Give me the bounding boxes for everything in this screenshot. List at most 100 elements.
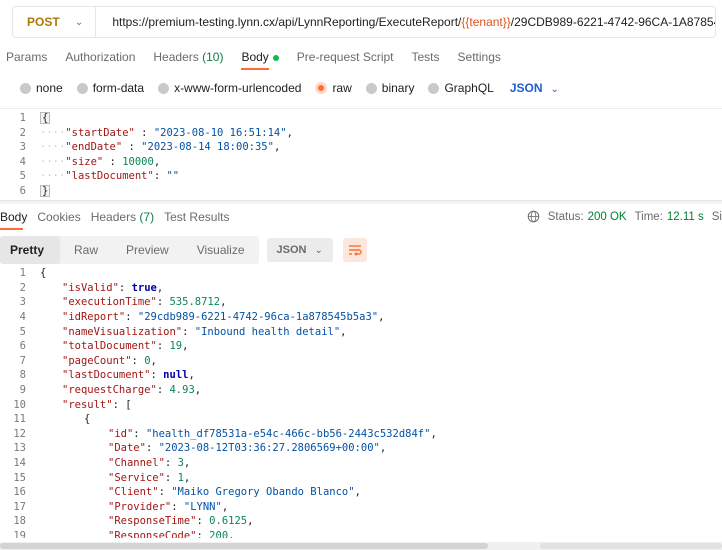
json-key: "lastDocument" [65,170,154,183]
line-number: 2 [19,281,26,294]
tab-test-results[interactable]: Test Results [164,210,229,232]
tab-tests[interactable]: Tests [412,50,440,72]
globe-icon[interactable] [527,210,540,223]
response-format-select[interactable]: JSON ⌄ [266,238,333,262]
tab-body-label: Body [241,50,269,64]
request-tabs: Params Authorization Headers (10) Body P… [0,50,519,72]
json-separator: : [156,340,170,353]
json-key: "size" [65,155,104,168]
response-toolbar: Pretty Raw Preview Visualize JSON ⌄ [0,236,722,264]
json-value: "Maiko Gregory Obando Blanco" [171,486,355,499]
json-value: "" [166,170,180,183]
pane-resize-handle[interactable] [0,200,722,204]
code-line: 15 "Service": 1, [0,470,722,485]
line-number: 1 [19,112,26,125]
tab-visualize[interactable]: Visualize [183,236,259,264]
response-body-viewer[interactable]: 1{2 "isValid": true, 3 "executionTime": 535… [0,266,722,538]
code-line: 19 "ResponseCode": 200, [0,529,722,538]
time-label: Time: [634,210,663,223]
line-number: 18 [13,515,26,528]
code-content: "idReport": "29cdb989-6221-4742-96ca-1a8… [40,311,384,323]
wrap-lines-button[interactable] [342,238,367,262]
radio-raw[interactable]: raw [315,81,352,95]
json-value: "2023-08-10 16:51:14" [153,126,287,139]
tab-settings[interactable]: Settings [458,50,501,72]
response-tabs: Body Cookies Headers (7) Test Results [0,210,239,232]
request-body-editor[interactable]: 1{ 2 ···· "startDate" : "2023-08-10 16:51:… [0,108,722,200]
radio-none[interactable]: none [20,81,63,95]
json-value: "Inbound health detail" [194,325,341,338]
scrollbar-thumb[interactable] [0,543,488,549]
tab-cookies[interactable]: Cookies [37,210,80,232]
time-value[interactable]: 12.11 s [667,211,704,223]
code-line: 6 "totalDocument": 19, [0,339,722,354]
code-line: 1{ [0,111,722,126]
body-format-select[interactable]: JSON ⌄ [510,81,559,95]
radio-graphql[interactable]: GraphQL [428,81,494,95]
json-key: "ResponseTime" [108,515,197,528]
code-content: "result": [ [40,399,132,411]
json-punctuation: , [340,325,347,338]
url-bar: POST ⌄ https://premium-testing.lynn.cx/a… [12,6,716,38]
radio-urlencoded[interactable]: x-www-form-urlencoded [158,81,301,95]
status-label: Status: [547,210,584,223]
line-number: 12 [13,427,26,440]
tab-authorization[interactable]: Authorization [65,50,135,72]
code-line: 18 "ResponseTime": 0.6125, [0,514,722,529]
tab-raw[interactable]: Raw [60,236,112,264]
code-content: "isValid": true, [40,282,163,294]
json-value: "29cdb989-6221-4742-96ca-1a878545b5a3" [137,311,379,324]
code-content: "Provider": "LYNN", [40,501,228,513]
method-select[interactable]: POST ⌄ [13,7,97,37]
tab-response-headers[interactable]: Headers (7) [91,210,154,232]
radio-raw-label: raw [332,81,352,95]
line-number: 5 [19,325,26,338]
tab-params[interactable]: Params [6,50,47,72]
json-separator: : [196,529,210,538]
code-line: 13 "Date": "2023-08-12T03:36:27.2806569+0… [0,441,722,456]
json-value: true [131,281,157,294]
size-label[interactable]: Si [712,211,722,223]
json-key: "isValid" [62,281,119,294]
status-value[interactable]: 200 OK [588,211,627,223]
brace-open: { [40,112,51,125]
url-prefix: https://premium-testing.lynn.cx/api/Lynn… [112,15,462,29]
json-punctuation: , [247,515,254,528]
radio-icon [76,82,88,94]
tab-response-body[interactable]: Body [0,210,27,232]
json-key: "pageCount" [62,354,132,367]
modified-dot-icon [272,54,279,61]
json-value: [ [125,398,132,411]
json-punctuation: , [220,296,227,309]
tab-headers[interactable]: Headers (10) [153,50,223,72]
tab-pre-request-script[interactable]: Pre-request Script [297,50,394,72]
url-input[interactable]: https://premium-testing.lynn.cx/api/Lynn… [96,15,715,29]
json-key: "Date" [108,442,146,455]
json-value: 19 [169,340,183,353]
line-number: 3 [19,141,26,154]
json-punctuation: , [354,486,361,499]
json-separator: : [182,325,195,338]
radio-binary[interactable]: binary [365,81,414,95]
tab-preview[interactable]: Preview [112,236,183,264]
json-key: "endDate" [65,141,123,154]
code-line: 5 "nameVisualization": "Inbound health de… [0,324,722,339]
line-number: 1 [19,267,26,280]
line-number: 17 [13,500,26,513]
radio-form-data[interactable]: form-data [76,81,145,95]
radio-form-data-label: form-data [92,81,145,95]
json-value: 4.93 [169,384,195,397]
json-key: "Service" [108,471,165,484]
radio-urlencoded-label: x-www-form-urlencoded [174,81,302,95]
horizontal-scrollbar[interactable] [0,542,722,550]
tab-body[interactable]: Body [241,50,279,72]
code-content: "id": "health_df78531a-e54c-466c-bb56-24… [40,428,437,440]
json-value: "health_df78531a-e54c-466c-bb56-2443c532… [145,427,431,440]
line-number: 7 [19,354,26,367]
tab-pretty[interactable]: Pretty [0,236,61,264]
json-value: "2023-08-14 18:00:35" [141,141,274,154]
code-line: 4 ···· "size" : 10000, [0,155,722,170]
json-punctuation: , [221,500,229,513]
json-key: "executionTime" [62,296,157,309]
response-meta: Status: 200 OK Time: 12.11 s Si [527,210,722,223]
